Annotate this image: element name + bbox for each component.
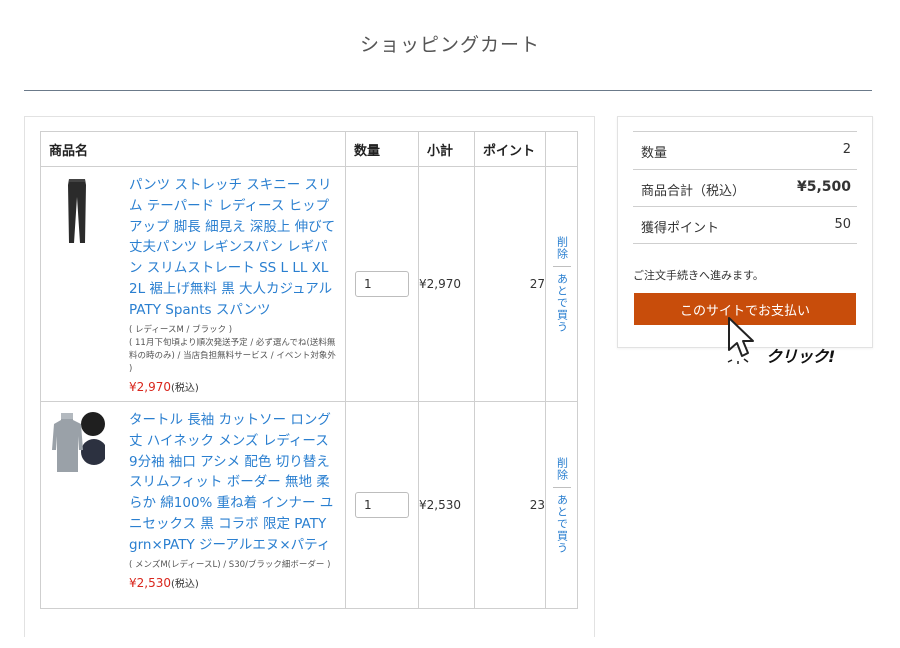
product-shipping-note: ( 11月下旬頃より順次発送予定 / 必ず選んでね(送料無料の時のみ) / 当店… (129, 337, 336, 374)
product-price: ¥2,970 (129, 379, 171, 394)
quantity-cell (345, 401, 419, 609)
order-summary-panel: 数量 2 商品合計（税込） ¥5,500 獲得ポイント 50 ご注文手続きへ進み… (617, 116, 873, 348)
save-for-later-link[interactable]: あとで買う (554, 494, 570, 554)
product-option: ( メンズM(レディースL) / S30/ブラック細ボーダー ) (129, 559, 331, 570)
product-name-link[interactable]: タートル 長袖 カットソー ロング丈 ハイネック メンズ レディース 9分袖 袖… (129, 410, 339, 556)
product-option: ( レディースM / ブラック ) (129, 324, 233, 335)
points-cell: 27 (474, 166, 546, 402)
summary-divider (633, 243, 857, 244)
summary-quantity-label: 数量 (641, 146, 668, 161)
cart-row: パンツ ストレッチ スキニー スリム テーパード レディース ヒップアップ 脚長… (40, 166, 578, 402)
summary-quantity-row: 数量 2 (633, 131, 857, 169)
product-cell: タートル 長袖 カットソー ロング丈 ハイネック メンズ レディース 9分袖 袖… (40, 401, 346, 609)
summary-points-value: 50 (834, 217, 851, 232)
cart-table: 商品名 数量 小計 ポイント パンツ ストレッチ スキニー スリム テーパード … (40, 131, 578, 609)
points-cell: 23 (474, 401, 546, 609)
summary-total-value: ¥5,500 (796, 179, 851, 195)
actions-cell: 削除 あとで買う (545, 401, 578, 609)
header-points: ポイント (474, 131, 546, 167)
actions-cell: 削除 あとで買う (545, 166, 578, 402)
summary-quantity-value: 2 (842, 142, 851, 157)
quantity-input[interactable] (355, 271, 409, 297)
product-cell: パンツ ストレッチ スキニー スリム テーパード レディース ヒップアップ 脚長… (40, 166, 346, 402)
delete-link[interactable]: 削除 (554, 457, 570, 481)
quantity-cell (345, 166, 419, 402)
cart-panel: 商品名 数量 小計 ポイント パンツ ストレッチ スキニー スリム テーパード … (24, 116, 595, 637)
page-title: ショッピングカート (359, 34, 540, 56)
summary-total-row: 商品合計（税込） ¥5,500 (633, 169, 857, 207)
gray-turtleneck-thumbnail-icon[interactable] (49, 410, 105, 482)
proceed-note: ご注文手続きへ進みます。 (633, 269, 764, 282)
action-divider (552, 265, 571, 267)
tax-label: (税込) (171, 382, 199, 394)
mouse-pointer-icon (727, 317, 754, 364)
tax-label: (税込) (171, 578, 199, 590)
product-name-link[interactable]: パンツ ストレッチ スキニー スリム テーパード レディース ヒップアップ 脚長… (129, 175, 339, 321)
summary-points-label: 獲得ポイント (641, 221, 720, 236)
black-pants-thumbnail-icon[interactable] (49, 175, 105, 247)
summary-total-label: 商品合計（税込） (641, 184, 746, 199)
header-actions (545, 131, 578, 167)
action-divider (552, 486, 571, 488)
product-price-line: ¥2,530(税込) (129, 575, 339, 590)
cart-row: タートル 長袖 カットソー ロング丈 ハイネック メンズ レディース 9分袖 袖… (40, 401, 578, 609)
click-annotation-label: クリック! (766, 347, 835, 366)
quantity-input[interactable] (355, 492, 409, 518)
header-subtotal: 小計 (418, 131, 475, 167)
subtotal-cell: ¥2,970 (418, 166, 475, 402)
summary-points-row: 獲得ポイント 50 (633, 206, 857, 244)
product-price: ¥2,530 (129, 575, 171, 590)
save-for-later-link[interactable]: あとで買う (554, 273, 570, 333)
header-quantity: 数量 (345, 131, 419, 167)
product-price-line: ¥2,970(税込) (129, 379, 339, 394)
cart-header-row: 商品名 数量 小計 ポイント (40, 131, 578, 167)
title-divider (24, 90, 872, 91)
subtotal-cell: ¥2,530 (418, 401, 475, 609)
delete-link[interactable]: 削除 (554, 236, 570, 260)
header-product-name: 商品名 (40, 131, 346, 167)
